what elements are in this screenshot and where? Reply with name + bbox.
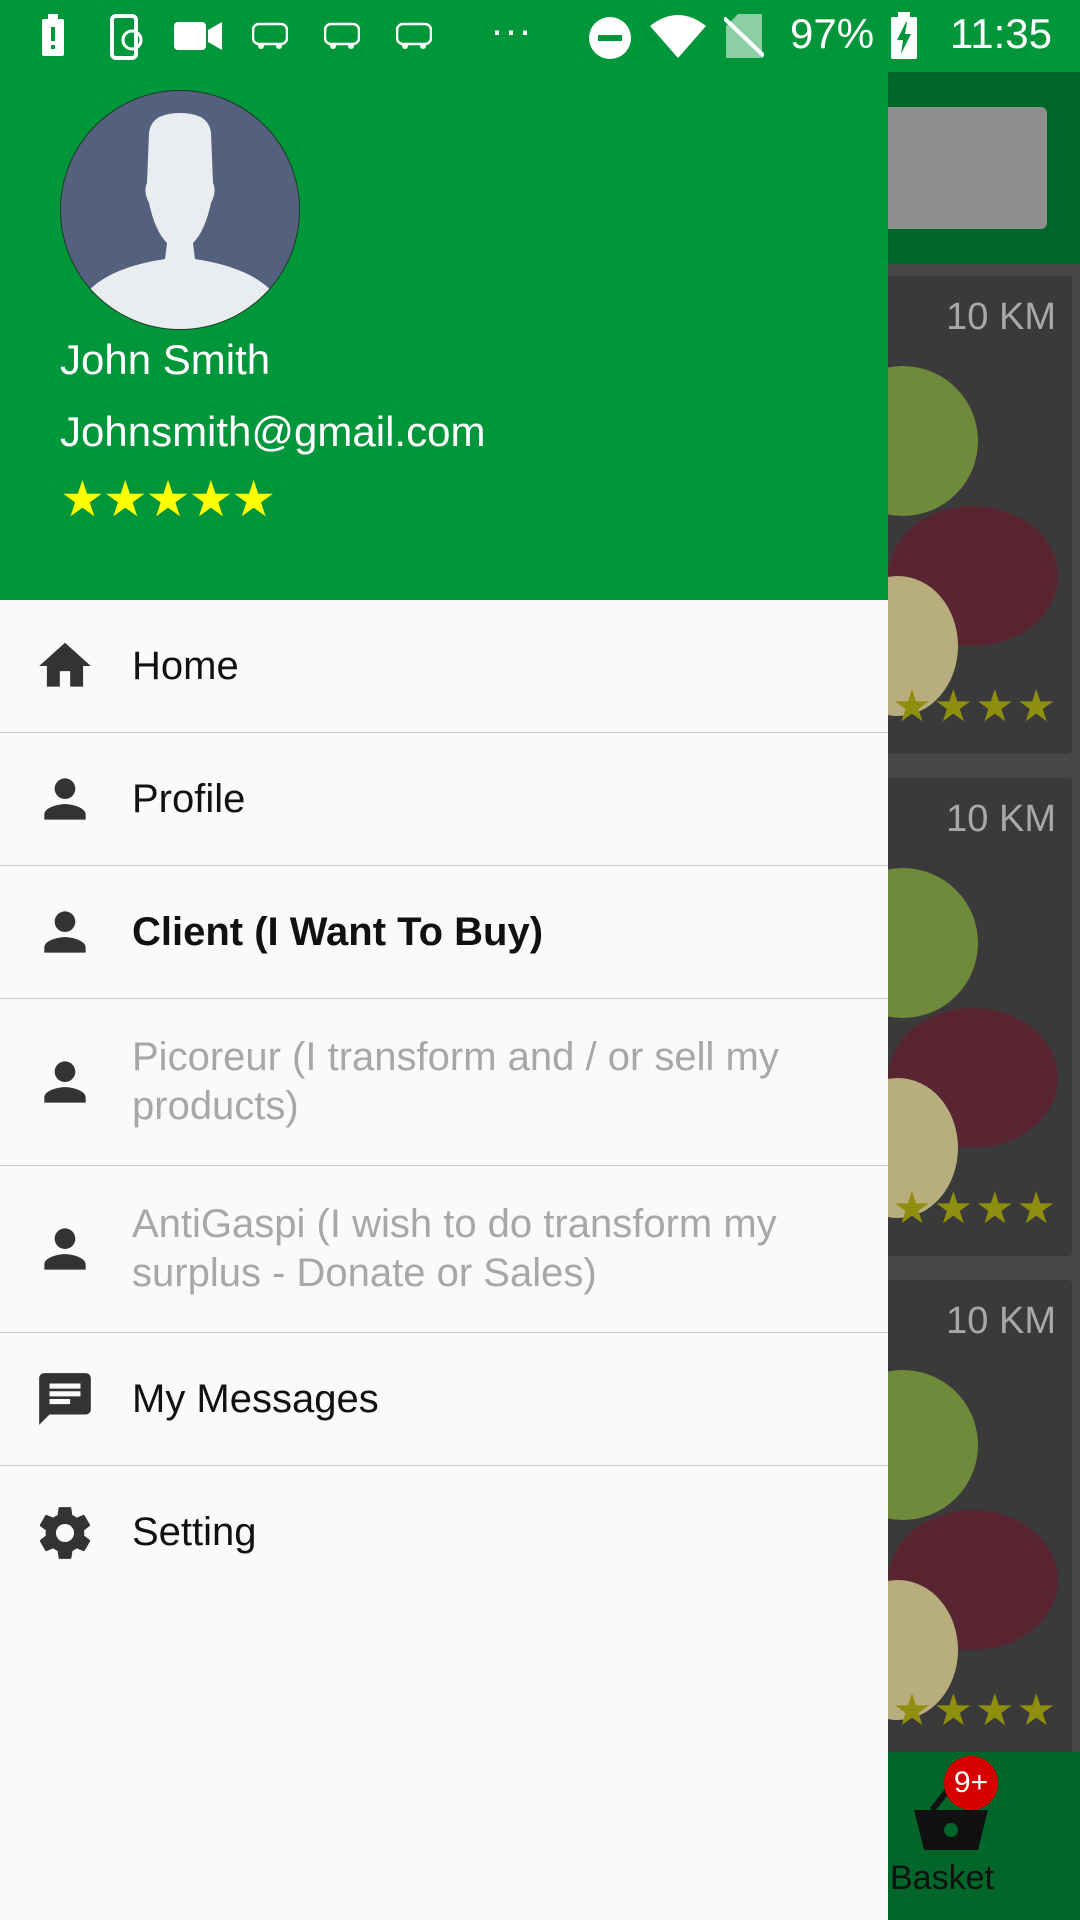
menu-item-setting[interactable]: Setting — [0, 1466, 888, 1599]
card-rating-stars: ★★★★ — [892, 1686, 1058, 1735]
distance-label: 10 KM — [946, 296, 1056, 338]
menu-label: Setting — [132, 1510, 257, 1554]
video-icon — [174, 22, 222, 50]
menu-item-home[interactable]: Home — [0, 600, 888, 733]
user-rating-stars: ★★★★★ — [60, 471, 276, 527]
redbus-icon — [324, 22, 360, 49]
menu-label: Home — [132, 643, 239, 688]
menu-item-messages[interactable]: My Messages — [0, 1333, 888, 1466]
menu-label: My Messages — [132, 1376, 379, 1421]
menu-item-antigaspi[interactable]: AntiGaspi (I wish to do transform my sur… — [0, 1166, 888, 1333]
do-not-disturb-icon — [589, 17, 631, 59]
product-card: 10 KM ★★★★ — [868, 778, 1072, 1256]
product-card: 10 KM ★★★★ — [868, 1280, 1072, 1758]
menu-label: AntiGaspi (I wish to do transform my sur… — [132, 1202, 777, 1295]
menu-item-client[interactable]: Client (I Want To Buy) — [0, 866, 888, 999]
phone-sync-icon — [110, 14, 143, 60]
no-sim-icon — [724, 14, 764, 58]
product-card: 10 KM ★★★★ — [868, 276, 1072, 754]
battery-charging-icon — [891, 12, 917, 59]
distance-label: 10 KM — [946, 798, 1056, 840]
status-bar: ··· 97% 11:35 — [0, 0, 1080, 72]
menu-label: Client (I Want To Buy) — [132, 909, 544, 954]
drawer-menu: Home Profile Client (I Want To Buy) Pico… — [0, 600, 888, 1599]
menu-label: Picoreur (I transform and / or sell my p… — [132, 1035, 779, 1128]
battery-percent: 97% — [790, 10, 875, 57]
navigation-drawer: John Smith Johnsmith@gmail.com ★★★★★ Hom… — [0, 72, 888, 1920]
avatar[interactable] — [60, 90, 300, 330]
redbus-icon — [396, 22, 432, 49]
user-email: Johnsmith@gmail.com — [60, 408, 486, 455]
person-silhouette-icon — [69, 113, 291, 329]
message-icon — [39, 1373, 91, 1425]
person-icon — [44, 1228, 86, 1270]
person-icon — [44, 911, 86, 953]
overflow-indicator: ··· — [490, 6, 532, 53]
home-icon — [39, 642, 91, 687]
card-rating-stars: ★★★★ — [892, 682, 1058, 731]
wifi-icon — [650, 15, 706, 58]
clock: 11:35 — [950, 10, 1052, 57]
menu-item-picoreur[interactable]: Picoreur (I transform and / or sell my p… — [0, 999, 888, 1166]
menu-label: Profile — [132, 776, 246, 821]
person-icon — [44, 778, 86, 820]
basket-count-badge: 9+ — [944, 1756, 998, 1810]
person-icon — [44, 1061, 86, 1103]
distance-label: 10 KM — [946, 1300, 1056, 1342]
bottom-navigation: 9+ Basket — [868, 1752, 1080, 1920]
redbus-icon — [252, 22, 288, 49]
basket-label: Basket — [890, 1859, 994, 1897]
menu-item-profile[interactable]: Profile — [0, 733, 888, 866]
gear-icon — [39, 1506, 91, 1559]
card-rating-stars: ★★★★ — [892, 1184, 1058, 1233]
drawer-header: John Smith Johnsmith@gmail.com ★★★★★ — [0, 72, 888, 600]
battery-saver-icon — [42, 14, 64, 56]
user-name: John Smith — [60, 336, 271, 383]
